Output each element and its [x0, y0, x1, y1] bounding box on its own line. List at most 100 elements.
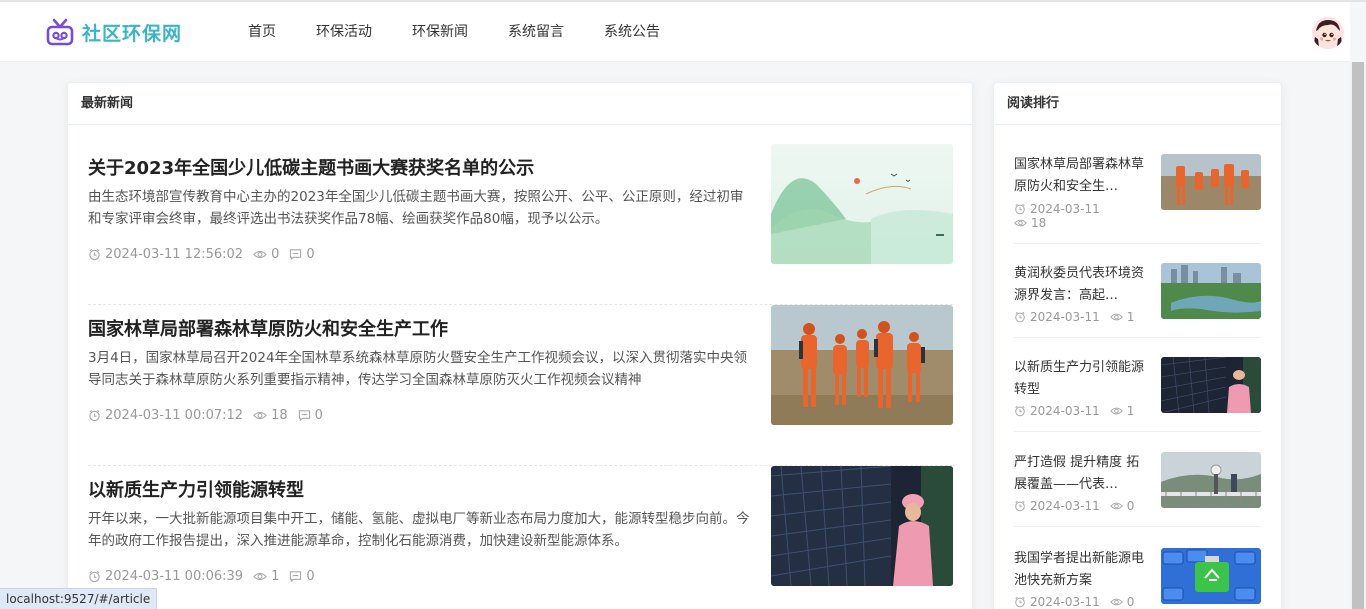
user-avatar[interactable]	[1312, 17, 1344, 49]
article-thumbnail[interactable]	[771, 144, 953, 264]
ranking-meta: 2024-03-11 1	[1014, 404, 1149, 418]
monitoring-station-image	[1161, 452, 1261, 508]
ranking-title[interactable]: 国家林草局部署森林草原防火和安全生…	[1014, 154, 1149, 198]
article-comments: 0	[289, 569, 315, 584]
ranking-time: 2024-03-11	[1014, 404, 1100, 418]
ranking-thumbnail[interactable]	[1161, 154, 1261, 210]
article-thumbnail[interactable]	[771, 466, 953, 586]
alarm-clock-icon	[1015, 405, 1025, 417]
article-views-count: 0	[271, 247, 280, 262]
ranking-time-text: 2024-03-11	[1030, 404, 1100, 418]
alarm-clock-icon	[89, 248, 100, 261]
article-meta: 2024-03-11 12:56:02 0 0	[88, 247, 325, 262]
scrollbar-thumb[interactable]	[1352, 62, 1364, 609]
article-comments-count: 0	[306, 569, 315, 584]
ranking-time: 2024-03-11	[1014, 202, 1139, 216]
article-time: 2024-03-11 00:06:39	[88, 569, 243, 584]
ranking-views: 0	[1109, 499, 1135, 513]
article-comments: 0	[289, 247, 315, 262]
article-time-text: 2024-03-11 00:07:12	[105, 408, 244, 423]
article-meta: 2024-03-11 00:06:39 1 0	[88, 569, 325, 584]
eye-icon	[253, 572, 267, 581]
ranking-thumbnail[interactable]	[1161, 357, 1261, 413]
article-thumbnail[interactable]	[771, 305, 953, 425]
ranking-thumbnail[interactable]	[1161, 548, 1261, 604]
ranking-views: 1	[1109, 404, 1135, 418]
news-article[interactable]: 国家林草局部署森林草原防火和安全生产工作 3月4日，国家林草局召开2024年全国…	[88, 305, 953, 466]
article-comments-count: 0	[314, 408, 323, 423]
ranking-title[interactable]: 以新质生产力引领能源转型	[1014, 357, 1149, 401]
landscape-painting-image	[771, 144, 953, 264]
ranking-item[interactable]: 我国学者提出新能源电池快充新方案 2024-03-11 0	[1014, 548, 1261, 609]
news-article[interactable]: 以新质生产力引领能源转型 开年以来，一大批新能源项目集中开工，储能、氢能、虚拟电…	[88, 466, 953, 609]
ranking-views: 1	[1109, 310, 1135, 324]
nav-activities[interactable]: 环保活动	[296, 2, 392, 62]
site-header: 社区环保网 首页 环保活动 环保新闻 系统留言 系统公告	[0, 2, 1350, 62]
ranking-time-text: 2024-03-11	[1030, 310, 1100, 324]
article-title[interactable]: 关于2023年全国少儿低碳主题书画大赛获奖名单的公示	[88, 154, 534, 180]
article-views-count: 18	[271, 408, 288, 423]
ranking-title[interactable]: 我国学者提出新能源电池快充新方案	[1014, 548, 1149, 592]
alarm-clock-icon	[89, 409, 100, 422]
ranking-title[interactable]: 严打造假 提升精度 拓展覆盖——代表…	[1014, 452, 1149, 496]
ranking-time-text: 2024-03-11	[1030, 499, 1100, 513]
page-scrollbar[interactable]	[1350, 62, 1366, 609]
ranking-item[interactable]: 国家林草局部署森林草原防火和安全生… 2024-03-11 18	[1014, 154, 1261, 244]
ranking-item[interactable]: 黄润秋委员代表环境资源界发言：高起… 2024-03-11 1	[1014, 263, 1261, 338]
article-title[interactable]: 以新质生产力引领能源转型	[88, 476, 304, 502]
reading-ranking-card: 阅读排行 国家林草局部署森林草原防火和安全生… 2024-03-11 18 黄润…	[993, 82, 1282, 609]
alarm-clock-icon	[1015, 596, 1025, 608]
article-time: 2024-03-11 12:56:02	[88, 247, 243, 262]
nav-announcements[interactable]: 系统公告	[584, 2, 680, 62]
comment-icon	[298, 410, 310, 422]
nav-news[interactable]: 环保新闻	[392, 2, 488, 62]
article-title[interactable]: 国家林草局部署森林草原防火和安全生产工作	[88, 315, 448, 341]
article-summary: 3月4日，国家林草局召开2024年全国林草系统森林草原防火暨安全生产工作视频会议…	[88, 350, 748, 388]
article-comments-count: 0	[306, 247, 315, 262]
ranking-views-count: 0	[1126, 499, 1135, 513]
ranking-views-count: 1	[1126, 404, 1135, 418]
article-comments: 0	[298, 408, 323, 423]
eye-icon	[1109, 598, 1123, 606]
ranking-meta: 2024-03-11 0	[1014, 499, 1149, 513]
article-views: 0	[253, 247, 279, 262]
latest-news-heading: 最新新闻	[68, 83, 972, 125]
ranking-views: 0	[1109, 595, 1134, 609]
ranking-meta: 2024-03-11 18	[1014, 202, 1149, 230]
city-lake-image	[1161, 263, 1261, 319]
ranking-views-count: 1	[1126, 310, 1135, 324]
eye-icon	[1109, 407, 1123, 415]
gift-box-icon	[46, 18, 74, 46]
eye-icon	[1014, 219, 1027, 227]
solar-panel-worker-image	[771, 466, 953, 586]
ranking-thumbnail[interactable]	[1161, 452, 1261, 508]
ranking-item[interactable]: 以新质生产力引领能源转型 2024-03-11 1	[1014, 357, 1261, 432]
article-views-count: 1	[271, 569, 280, 584]
article-time: 2024-03-11 00:07:12	[88, 408, 243, 423]
solar-panel-worker-image	[1161, 357, 1261, 413]
ranking-views-count: 18	[1031, 216, 1047, 230]
ranking-item[interactable]: 严打造假 提升精度 拓展覆盖——代表… 2024-03-11 0	[1014, 452, 1261, 527]
comment-icon	[290, 571, 302, 583]
firefighters-image	[1161, 154, 1261, 210]
site-name: 社区环保网	[82, 22, 183, 45]
alarm-clock-icon	[1015, 500, 1025, 512]
comment-icon	[290, 249, 302, 261]
nav-home[interactable]: 首页	[228, 2, 296, 62]
nav-messages[interactable]: 系统留言	[488, 2, 584, 62]
ranking-time: 2024-03-11	[1014, 595, 1100, 609]
ranking-views: 18	[1014, 216, 1046, 230]
ranking-thumbnail[interactable]	[1161, 263, 1261, 319]
article-summary: 由生态环境部宣传教育中心主办的2023年全国少儿低碳主题书画大赛，按照公开、公平…	[88, 189, 744, 227]
ranking-meta: 2024-03-11 1	[1014, 310, 1149, 324]
article-time-text: 2024-03-11 00:06:39	[105, 569, 244, 584]
batteries-image	[1161, 548, 1261, 604]
news-article[interactable]: 关于2023年全国少儿低碳主题书画大赛获奖名单的公示 由生态环境部宣传教育中心主…	[88, 144, 953, 305]
latest-news-card: 最新新闻 关于2023年全国少儿低碳主题书画大赛获奖名单的公示 由生态环境部宣传…	[67, 82, 973, 609]
ranking-time-text: 2024-03-11	[1030, 202, 1100, 216]
article-meta: 2024-03-11 00:07:12 18 0	[88, 408, 333, 423]
site-logo[interactable]: 社区环保网	[44, 16, 182, 48]
eye-icon	[253, 411, 267, 420]
ranking-title[interactable]: 黄润秋委员代表环境资源界发言：高起…	[1014, 263, 1149, 307]
article-views: 1	[253, 569, 279, 584]
